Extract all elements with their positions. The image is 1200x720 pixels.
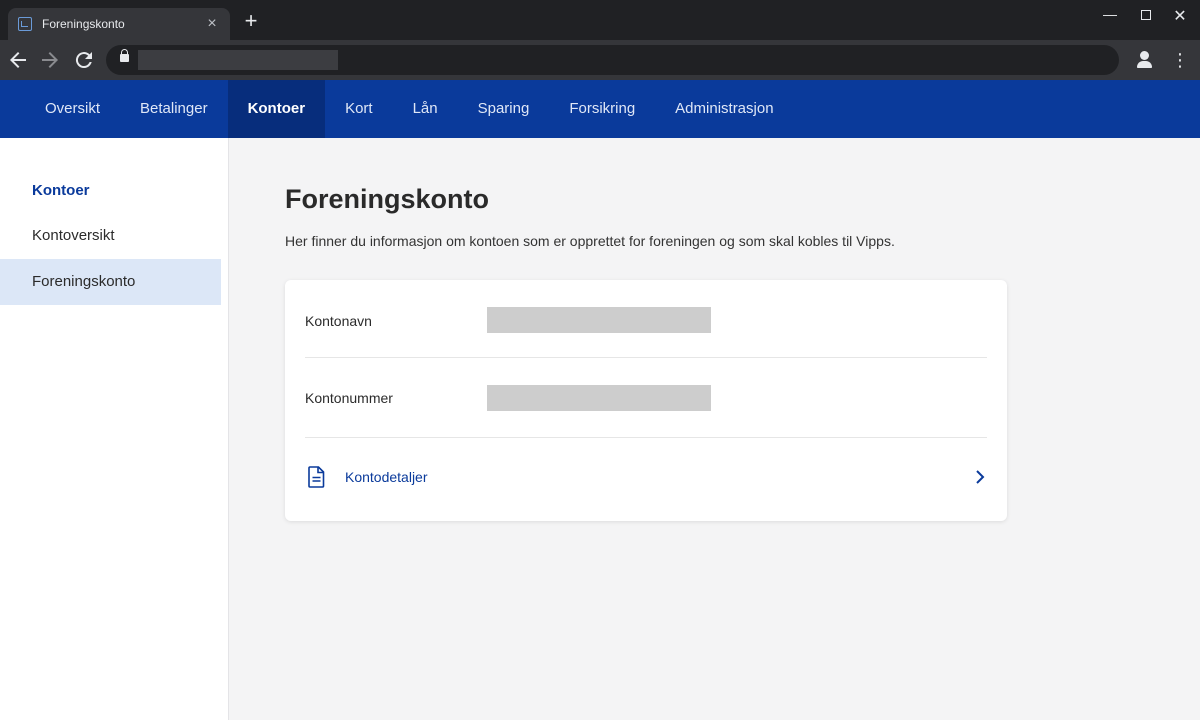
sidebar: Kontoer Kontoversikt Foreningskonto (0, 138, 229, 720)
document-icon (308, 466, 325, 488)
chevron-right-icon (976, 470, 985, 484)
window-close-button[interactable]: ✕ (1166, 6, 1194, 26)
nav-item-lan[interactable]: Lån (393, 80, 458, 138)
url-redacted (138, 50, 338, 70)
nav-item-kontoer[interactable]: Kontoer (227, 80, 326, 138)
favicon-icon (18, 17, 32, 31)
back-arrow-icon[interactable] (6, 48, 30, 72)
site-main-nav: Oversikt Betalinger Kontoer Kort Lån Spa… (0, 80, 1200, 138)
nav-item-sparing[interactable]: Sparing (458, 80, 550, 138)
account-details-link[interactable]: Kontodetaljer (305, 463, 987, 493)
nav-item-oversikt[interactable]: Oversikt (25, 80, 120, 138)
sidebar-item-kontoversikt[interactable]: Kontoversikt (0, 213, 221, 259)
divider (305, 357, 987, 358)
account-name-value-redacted (487, 307, 711, 333)
divider (305, 437, 987, 438)
forward-arrow-icon[interactable] (38, 48, 62, 72)
nav-item-kort[interactable]: Kort (325, 80, 393, 138)
sidebar-heading[interactable]: Kontoer (32, 182, 90, 199)
new-tab-button[interactable]: + (240, 10, 262, 32)
tab-close-icon[interactable]: × (204, 16, 220, 32)
account-number-label: Kontonummer (305, 390, 393, 406)
account-info-card: Kontonavn Kontonummer Kontodetaljer (285, 280, 1007, 521)
page-description: Her finner du informasjon om kontoen som… (285, 233, 895, 249)
sidebar-item-foreningskonto[interactable]: Foreningskonto (0, 259, 221, 305)
nav-item-betalinger[interactable]: Betalinger (120, 80, 228, 138)
browser-toolbar: ⋮ (0, 40, 1200, 80)
profile-icon[interactable] (1134, 49, 1156, 71)
browser-tab-bar: Foreningskonto × + — ✕ (0, 0, 1200, 40)
reload-icon[interactable] (72, 48, 96, 72)
tab-title: Foreningskonto (42, 17, 125, 31)
window-minimize-button[interactable]: — (1096, 6, 1124, 22)
nav-item-forsikring[interactable]: Forsikring (549, 80, 655, 138)
address-bar[interactable] (106, 45, 1119, 75)
window-maximize-button[interactable] (1132, 6, 1160, 23)
account-details-label: Kontodetaljer (345, 469, 428, 485)
browser-tab[interactable]: Foreningskonto × (8, 8, 230, 40)
lock-icon (120, 49, 129, 62)
nav-item-administrasjon[interactable]: Administrasjon (655, 80, 793, 138)
account-number-value-redacted (487, 385, 711, 411)
menu-kebab-icon[interactable]: ⋮ (1170, 48, 1190, 72)
page-title: Foreningskonto (285, 184, 489, 214)
account-name-label: Kontonavn (305, 313, 372, 329)
